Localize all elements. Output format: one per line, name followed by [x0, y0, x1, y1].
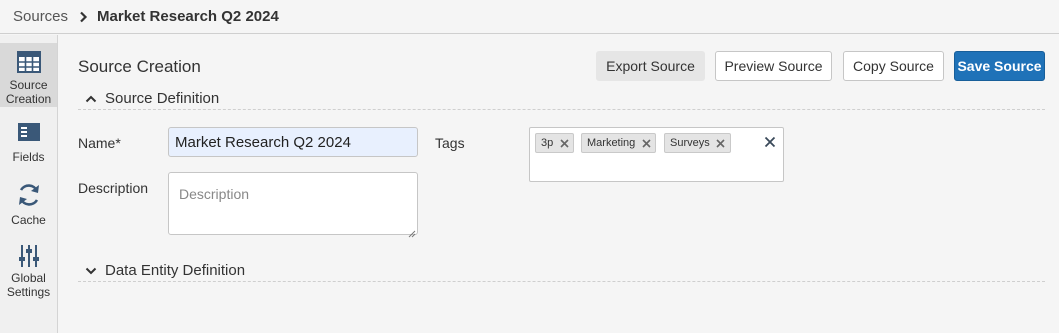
- resize-grip-icon[interactable]: [408, 225, 416, 238]
- refresh-icon: [16, 182, 42, 208]
- name-input[interactable]: Market Research Q2 2024: [168, 127, 418, 157]
- fields-icon: [17, 119, 41, 145]
- chevron-right-icon: [75, 9, 91, 25]
- section-title: Source Definition: [105, 90, 220, 107]
- nav-item-label: Cache: [11, 213, 46, 227]
- nav-item-cache[interactable]: Cache: [0, 182, 57, 228]
- remove-tag-icon[interactable]: [559, 138, 569, 148]
- nav-item-fields[interactable]: Fields: [0, 119, 57, 165]
- main-panel: Source Creation Export Source Preview So…: [59, 35, 1059, 333]
- remove-tag-icon[interactable]: [641, 138, 651, 148]
- section-source-definition[interactable]: Source Definition: [78, 88, 1045, 110]
- nav-item-global-settings[interactable]: Global Settings: [0, 243, 57, 299]
- table-icon: [16, 49, 41, 75]
- tag-chip: Surveys: [664, 133, 731, 153]
- sliders-icon: [18, 243, 40, 268]
- tag-label: 3p: [541, 137, 554, 149]
- nav-item-label: Source Creation: [5, 78, 52, 106]
- tag-label: Surveys: [670, 137, 710, 149]
- description-label: Description: [78, 180, 149, 196]
- tags-label: Tags: [435, 135, 465, 151]
- name-label: Name*: [78, 135, 121, 151]
- nav-item-source-creation[interactable]: Source Creation: [0, 43, 57, 107]
- breadcrumb-sources-link[interactable]: Sources: [13, 8, 68, 25]
- side-navigation: Source Creation Fields Cache Global Sett…: [0, 35, 58, 333]
- chevron-up-icon: [83, 91, 99, 107]
- tag-label: Marketing: [587, 137, 636, 149]
- tags-input[interactable]: 3p Marketing Surveys: [529, 127, 784, 182]
- save-source-button[interactable]: Save Source: [954, 51, 1045, 81]
- export-source-button[interactable]: Export Source: [596, 51, 705, 81]
- section-title: Data Entity Definition: [105, 262, 246, 279]
- chevron-down-icon: [83, 263, 99, 279]
- breadcrumb-current: Market Research Q2 2024: [97, 8, 279, 25]
- tag-chip: 3p: [535, 133, 575, 153]
- preview-source-button[interactable]: Preview Source: [715, 51, 832, 81]
- page-title: Source Creation: [78, 57, 201, 76]
- nav-item-label: Fields: [12, 150, 45, 164]
- clear-tags-icon[interactable]: [763, 135, 777, 149]
- name-value: Market Research Q2 2024: [175, 133, 351, 151]
- nav-item-label: Global Settings: [6, 271, 51, 299]
- breadcrumb: Sources Market Research Q2 2024: [0, 0, 1059, 34]
- description-field[interactable]: Description: [168, 172, 418, 238]
- description-placeholder: Description: [179, 186, 250, 202]
- copy-source-button[interactable]: Copy Source: [843, 51, 944, 81]
- section-data-entity-definition[interactable]: Data Entity Definition: [78, 260, 1045, 282]
- remove-tag-icon[interactable]: [716, 138, 726, 148]
- tag-chip: Marketing: [581, 133, 657, 153]
